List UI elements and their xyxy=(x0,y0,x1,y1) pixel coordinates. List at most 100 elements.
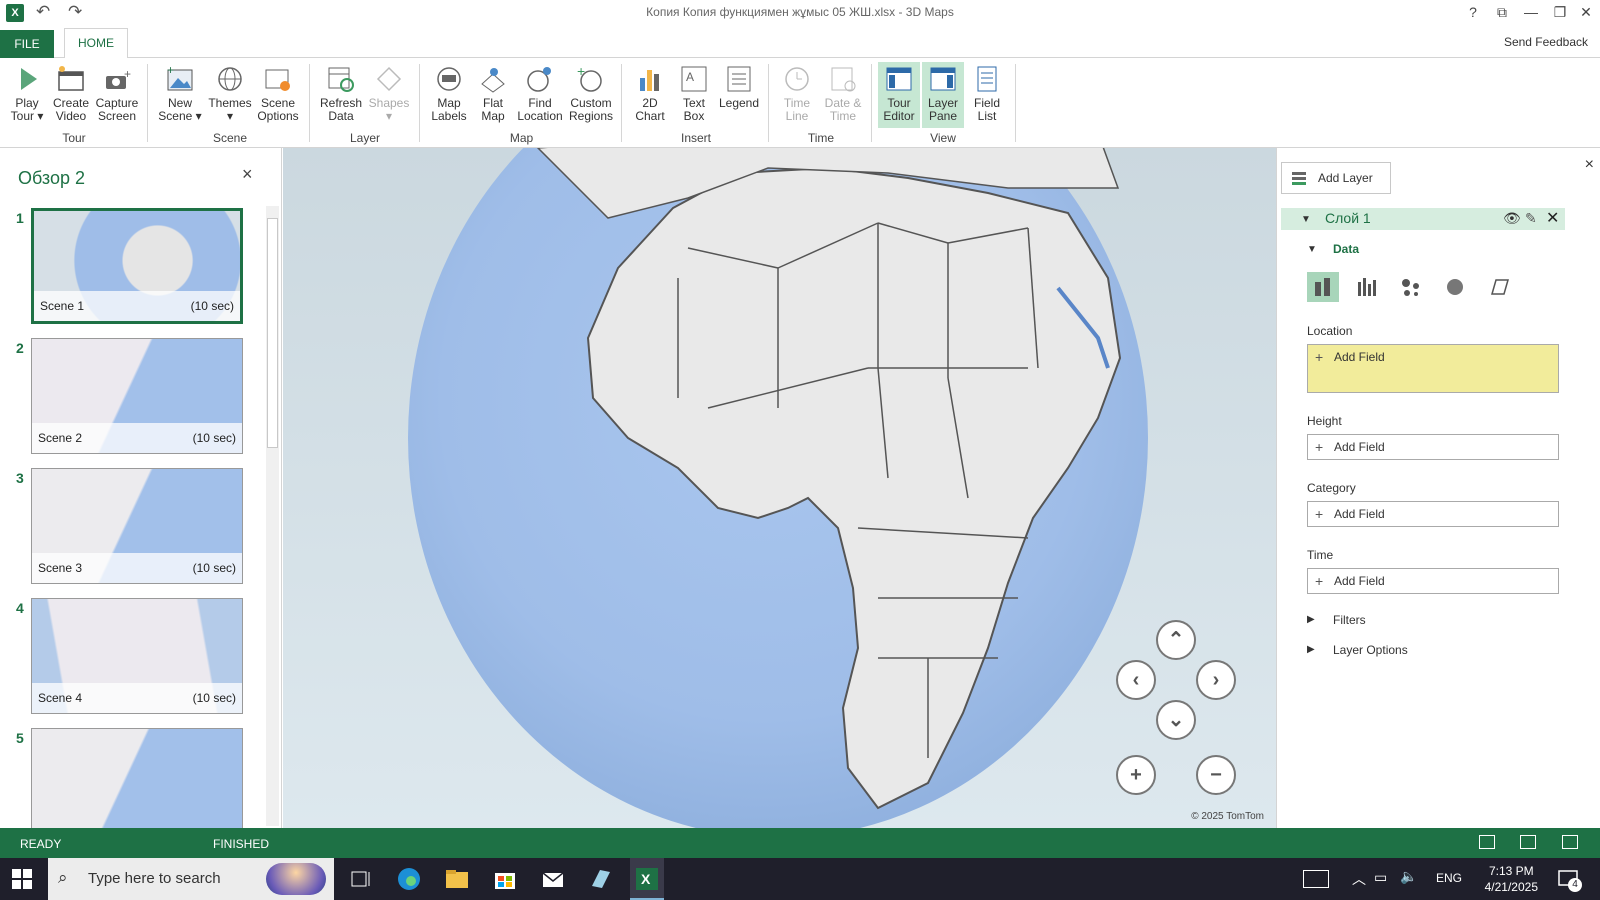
svg-text:X: X xyxy=(641,871,651,887)
zoom-out-button[interactable]: − xyxy=(1196,755,1236,795)
task-view-icon[interactable] xyxy=(348,866,374,892)
notifications-icon[interactable]: 4 xyxy=(1556,866,1582,892)
tour-editor-button[interactable]: Tour Editor xyxy=(878,62,920,128)
send-feedback-link[interactable]: Send Feedback xyxy=(1504,35,1588,49)
delete-layer-icon[interactable]: ✕ xyxy=(1546,208,1559,228)
scene-thumbnail[interactable] xyxy=(31,728,243,828)
tab-home[interactable]: HOME xyxy=(64,28,128,59)
close-icon[interactable]: ✕ xyxy=(1576,4,1596,21)
windows-start-icon[interactable] xyxy=(12,869,32,889)
capture-screen-button[interactable]: + Capture Screen xyxy=(92,62,142,123)
taskbar-search[interactable]: ⌕ Type here to search xyxy=(48,858,334,900)
date-time-button[interactable]: Date & Time xyxy=(820,62,866,123)
chevron-up-icon[interactable]: ︿ xyxy=(1352,869,1366,889)
eye-icon[interactable]: 👁 xyxy=(1503,210,1521,227)
create-video-button[interactable]: Create Video xyxy=(50,62,92,123)
language-indicator[interactable]: ENG xyxy=(1436,871,1462,885)
svg-text:+: + xyxy=(124,67,131,81)
mail-icon[interactable] xyxy=(540,866,566,892)
add-layer-button[interactable]: Add Layer xyxy=(1281,162,1391,194)
help-button[interactable]: ? xyxy=(1463,4,1483,20)
field-list-button[interactable]: Field List xyxy=(967,62,1007,123)
app-icon[interactable] xyxy=(588,866,614,892)
minimize-icon[interactable]: — xyxy=(1521,4,1541,20)
find-location-icon xyxy=(525,64,555,94)
time-add-field[interactable]: + Add Field xyxy=(1307,568,1559,594)
text-box-button[interactable]: A Text Box xyxy=(674,62,714,123)
restore-down-icon[interactable]: ⧉ xyxy=(1492,4,1512,21)
flat-map-button[interactable]: Flat Map xyxy=(473,62,513,123)
map-viewport[interactable]: ⌃ ‹ › ⌄ + − © 2025 TomTom xyxy=(283,148,1276,828)
ribbon: Play Tour ▾ Create Video + Capture Scree… xyxy=(0,58,1600,148)
scene-thumbnail[interactable]: Scene 4 (10 sec) xyxy=(31,598,243,714)
bubble-icon[interactable] xyxy=(1395,272,1427,302)
keyboard-icon[interactable] xyxy=(1303,870,1329,888)
layer-pane-button[interactable]: Layer Pane xyxy=(922,62,964,128)
layer-name: Слой 1 xyxy=(1325,210,1371,226)
microsoft-store-icon[interactable] xyxy=(492,866,518,892)
scene-thumbnail[interactable]: Scene 2 (10 sec) xyxy=(31,338,243,454)
globe[interactable] xyxy=(408,148,1148,828)
play-icon xyxy=(12,64,42,94)
map-copyright: © 2025 TomTom xyxy=(1191,811,1264,822)
tour-scrollbar[interactable] xyxy=(266,206,279,826)
group-separator xyxy=(147,64,148,142)
2d-chart-button[interactable]: 2D Chart xyxy=(630,62,670,123)
rotate-right-button[interactable]: › xyxy=(1196,660,1236,700)
scene-options-button[interactable]: Scene Options xyxy=(255,62,301,123)
tab-file[interactable]: FILE xyxy=(0,30,54,58)
status-bar: READY FINISHED xyxy=(0,828,1600,858)
flat-map-icon xyxy=(478,64,508,94)
excel-taskbar-icon[interactable]: X xyxy=(630,858,664,900)
filters-section[interactable]: Filters xyxy=(1333,613,1366,627)
height-add-field[interactable]: + Add Field xyxy=(1307,434,1559,460)
heat-map-icon[interactable] xyxy=(1439,272,1471,302)
rotate-left-button[interactable]: ‹ xyxy=(1116,660,1156,700)
legend-button[interactable]: Legend xyxy=(716,62,762,110)
notification-count-badge: 4 xyxy=(1568,878,1582,892)
close-tour-panel-icon[interactable]: × xyxy=(242,164,253,185)
scrollbar-thumb[interactable] xyxy=(267,218,278,448)
zoom-in-button[interactable]: + xyxy=(1116,755,1156,795)
taskbar-clock[interactable]: 7:13 PM 4/21/2025 xyxy=(1485,863,1538,895)
category-add-field[interactable]: + Add Field xyxy=(1307,501,1559,527)
scene-thumbnail[interactable]: Scene 3 (10 sec) xyxy=(31,468,243,584)
custom-regions-button[interactable]: + Custom Regions xyxy=(566,62,616,123)
add-layer-icon xyxy=(1290,169,1310,187)
new-scene-button[interactable]: + New Scene ▾ xyxy=(157,62,203,123)
time-line-button[interactable]: Time Line xyxy=(776,62,818,123)
fullscreen-icon[interactable] xyxy=(1562,835,1578,849)
calendar-icon xyxy=(828,64,858,94)
network-icon[interactable]: ▭ xyxy=(1374,869,1387,886)
tilt-down-button[interactable]: ⌄ xyxy=(1156,700,1196,740)
refresh-data-button[interactable]: Refresh Data xyxy=(318,62,364,123)
clustered-column-icon[interactable] xyxy=(1351,272,1383,302)
video-icon xyxy=(56,64,86,94)
themes-button[interactable]: Themes ▾ xyxy=(207,62,253,123)
collapse-triangle-icon[interactable]: ▼ xyxy=(1301,214,1311,225)
expand-triangle-icon[interactable]: ▶ xyxy=(1307,614,1315,625)
scene-number: 4 xyxy=(16,600,24,616)
scene-thumbnail[interactable]: Scene 1 (10 sec) xyxy=(31,208,243,324)
edge-browser-icon[interactable] xyxy=(396,866,422,892)
region-icon[interactable] xyxy=(1483,272,1515,302)
play-tour-button[interactable]: Play Tour ▾ xyxy=(6,62,48,123)
volume-icon[interactable]: 🔈 xyxy=(1400,868,1417,885)
location-add-field[interactable]: + Add Field xyxy=(1307,344,1559,393)
maximize-icon[interactable]: ❐ xyxy=(1550,4,1570,21)
layer-header[interactable]: ▼ Слой 1 👁 ✎ ✕ xyxy=(1281,208,1565,230)
new-scene-icon: + xyxy=(165,63,195,94)
screen-icon[interactable] xyxy=(1479,835,1495,849)
collapse-triangle-icon[interactable]: ▼ xyxy=(1307,244,1317,255)
stacked-column-icon[interactable] xyxy=(1307,272,1339,302)
file-explorer-icon[interactable] xyxy=(444,866,470,892)
close-layer-pane-icon[interactable]: × xyxy=(1585,156,1594,174)
find-location-button[interactable]: Find Location xyxy=(516,62,564,123)
tilt-up-button[interactable]: ⌃ xyxy=(1156,620,1196,660)
fit-screen-icon[interactable] xyxy=(1520,835,1536,849)
layer-options-section[interactable]: Layer Options xyxy=(1333,643,1408,657)
expand-triangle-icon[interactable]: ▶ xyxy=(1307,644,1315,655)
shapes-button[interactable]: Shapes ▾ xyxy=(366,62,412,123)
pencil-icon[interactable]: ✎ xyxy=(1525,210,1537,227)
map-labels-button[interactable]: Map Labels xyxy=(427,62,471,123)
